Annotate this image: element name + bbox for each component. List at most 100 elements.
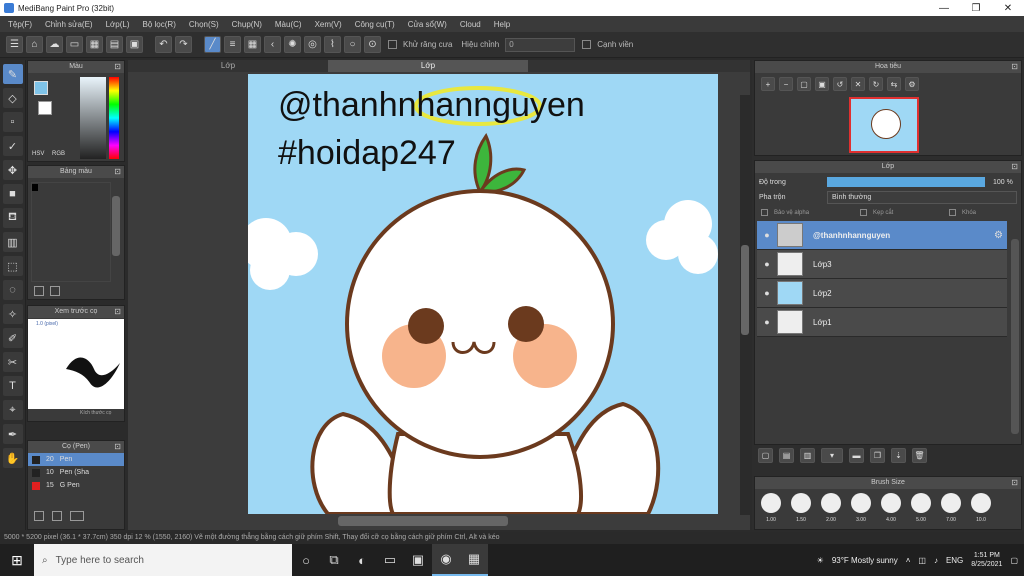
palette-scrollbar[interactable] (112, 196, 120, 256)
redo-icon[interactable]: ↷ (175, 36, 192, 53)
pin-icon[interactable]: ⊡ (1011, 61, 1018, 73)
lasso-tool-icon[interactable]: ◌ (2, 280, 23, 300)
saturation-box[interactable] (80, 77, 106, 159)
brush-item[interactable]: 15 G Pen (28, 479, 124, 492)
eyedropper-tool-icon[interactable]: ⌖ (2, 400, 23, 420)
rgb-label[interactable]: RGB (52, 151, 65, 157)
zoom-out-icon[interactable]: − (779, 77, 793, 91)
brush-tool-icon[interactable]: ✎ (2, 64, 23, 84)
network-icon[interactable]: ◫ (918, 556, 926, 565)
visibility-eye-icon[interactable]: ● (757, 288, 777, 298)
chrome-icon[interactable]: ◉ (432, 544, 460, 576)
dot-tool-icon[interactable]: ▫ (2, 112, 23, 132)
layer-settings-gear-icon[interactable]: ⚙ (994, 230, 1003, 241)
horizontal-scrollbar[interactable] (338, 516, 508, 526)
volume-icon[interactable]: ♪ (934, 556, 938, 565)
correction-select[interactable]: 0 (505, 37, 576, 52)
flip-icon[interactable]: ⇆ (887, 77, 901, 91)
dropper-tool-icon[interactable]: ✒ (2, 424, 23, 444)
task-view-icon[interactable]: ⧉ (320, 544, 348, 576)
new-halftone-layer-icon[interactable]: ▥ (800, 448, 815, 463)
snap-parallel-icon[interactable]: ≡ (224, 36, 241, 53)
pin-icon[interactable]: ⊡ (114, 166, 121, 178)
new-layer-icon[interactable]: ▢ (758, 448, 773, 463)
delete-color-icon[interactable] (50, 286, 60, 296)
taskbar-search[interactable]: ⌕ Type here to search (34, 544, 292, 576)
magic-wand-icon[interactable]: ✧ (2, 304, 23, 324)
add-color-icon[interactable] (34, 286, 44, 296)
panel-icon[interactable]: ▤ (106, 36, 123, 53)
rotate-reset-icon[interactable]: ✕ (851, 77, 865, 91)
edge-icon[interactable]: ◐ (348, 544, 376, 576)
select-tool-icon[interactable]: ⬚ (2, 256, 23, 276)
menu-view[interactable]: Xem(V) (311, 20, 351, 29)
minimize-button[interactable]: — (928, 3, 960, 14)
home-icon[interactable]: ⌂ (26, 36, 43, 53)
brush-size-preset[interactable]: 4.00 (879, 493, 903, 523)
menu-edit[interactable]: Chỉnh sửa(E) (41, 20, 102, 29)
gradient-tool-icon[interactable]: ▥ (2, 232, 23, 252)
primary-color-swatch[interactable] (34, 81, 48, 95)
menu-window[interactable]: Cửa sổ(W) (404, 20, 456, 29)
vertical-scrollbar[interactable] (740, 95, 750, 515)
pin-icon[interactable]: ⊡ (114, 306, 121, 318)
duplicate-layer-icon[interactable]: ❐ (870, 448, 885, 463)
edge-checkbox[interactable] (582, 40, 592, 49)
save-icon[interactable]: ▣ (126, 36, 143, 53)
hue-slider[interactable] (109, 77, 119, 159)
vertical-scroll-thumb[interactable] (741, 245, 749, 335)
fill-rect-tool-icon[interactable]: ■ (2, 184, 23, 204)
brush-size-preset[interactable]: 1.50 (789, 493, 813, 523)
folder-icon[interactable]: ▬ (849, 448, 864, 463)
snap-concentric-icon[interactable]: ◎ (304, 36, 321, 53)
brush-item[interactable]: 10 Pen (Sha (28, 466, 124, 479)
weather-text[interactable]: 93°F Mostly sunny (832, 556, 898, 565)
maximize-button[interactable]: ❐ (960, 3, 992, 14)
duplicate-brush-icon[interactable] (52, 511, 62, 521)
actual-size-icon[interactable]: ▣ (815, 77, 829, 91)
menu-select[interactable]: Chọn(S) (185, 20, 228, 29)
language-indicator[interactable]: ENG (946, 556, 963, 565)
merge-layer-icon[interactable]: ⇣ (891, 448, 906, 463)
brush-size-preset[interactable]: 5.00 (909, 493, 933, 523)
menu-snap[interactable]: Chụp(N) (228, 20, 271, 29)
snap-settings-icon[interactable]: ⊙ (364, 36, 381, 53)
layer-item[interactable]: ● @thanhnhannguyen ⚙ (757, 221, 1007, 250)
rotate-left-icon[interactable]: ↺ (833, 77, 847, 91)
opacity-slider[interactable] (827, 177, 985, 187)
secondary-color-swatch[interactable] (38, 101, 52, 115)
cortana-icon[interactable]: ○ (292, 544, 320, 576)
windows-start-icon[interactable]: ⊞ (0, 544, 34, 576)
brush-size-preset[interactable]: 7.00 (939, 493, 963, 523)
new-color-layer-icon[interactable]: ▤ (779, 448, 794, 463)
snap-curve-icon[interactable]: ⌇ (324, 36, 341, 53)
brush-size-preset[interactable]: 2.00 (819, 493, 843, 523)
grid-icon[interactable]: ▦ (86, 36, 103, 53)
brush-size-preset[interactable]: 1.00 (759, 493, 783, 523)
navigator-settings-icon[interactable]: ⚙ (905, 77, 919, 91)
rotate-right-icon[interactable]: ↻ (869, 77, 883, 91)
clipping-checkbox[interactable] (860, 209, 867, 216)
snap-off-icon[interactable]: ╱ (204, 36, 221, 53)
eraser-tool-icon[interactable]: ◇ (2, 88, 23, 108)
menu-help[interactable]: Help (490, 20, 519, 29)
brush-settings-icon[interactable] (70, 511, 84, 521)
brush-size-preset[interactable]: 10.0 (969, 493, 993, 523)
select-pen-icon[interactable]: ✐ (2, 328, 23, 348)
store-icon[interactable]: ▣ (404, 544, 432, 576)
layer-item[interactable]: ● Lớp2 (757, 279, 1007, 308)
brush-size-preset[interactable]: 3.00 (849, 493, 873, 523)
notification-icon[interactable]: ▢ (1010, 556, 1018, 565)
snap-circle-icon[interactable]: ○ (344, 36, 361, 53)
medibang-icon[interactable]: ▦ (460, 544, 488, 576)
chat-icon[interactable]: ▭ (66, 36, 83, 53)
fit-icon[interactable]: ▢ (797, 77, 811, 91)
blend-select[interactable]: Bình thường (827, 191, 1017, 204)
pin-icon[interactable]: ⊡ (1011, 161, 1018, 173)
cloud-icon[interactable]: ☁ (46, 36, 63, 53)
zoom-in-icon[interactable]: + (761, 77, 775, 91)
close-button[interactable]: ✕ (992, 3, 1024, 14)
undo-icon[interactable]: ↶ (155, 36, 172, 53)
tab-document-2[interactable]: Lớp (328, 60, 528, 72)
file-explorer-icon[interactable]: ▭ (376, 544, 404, 576)
